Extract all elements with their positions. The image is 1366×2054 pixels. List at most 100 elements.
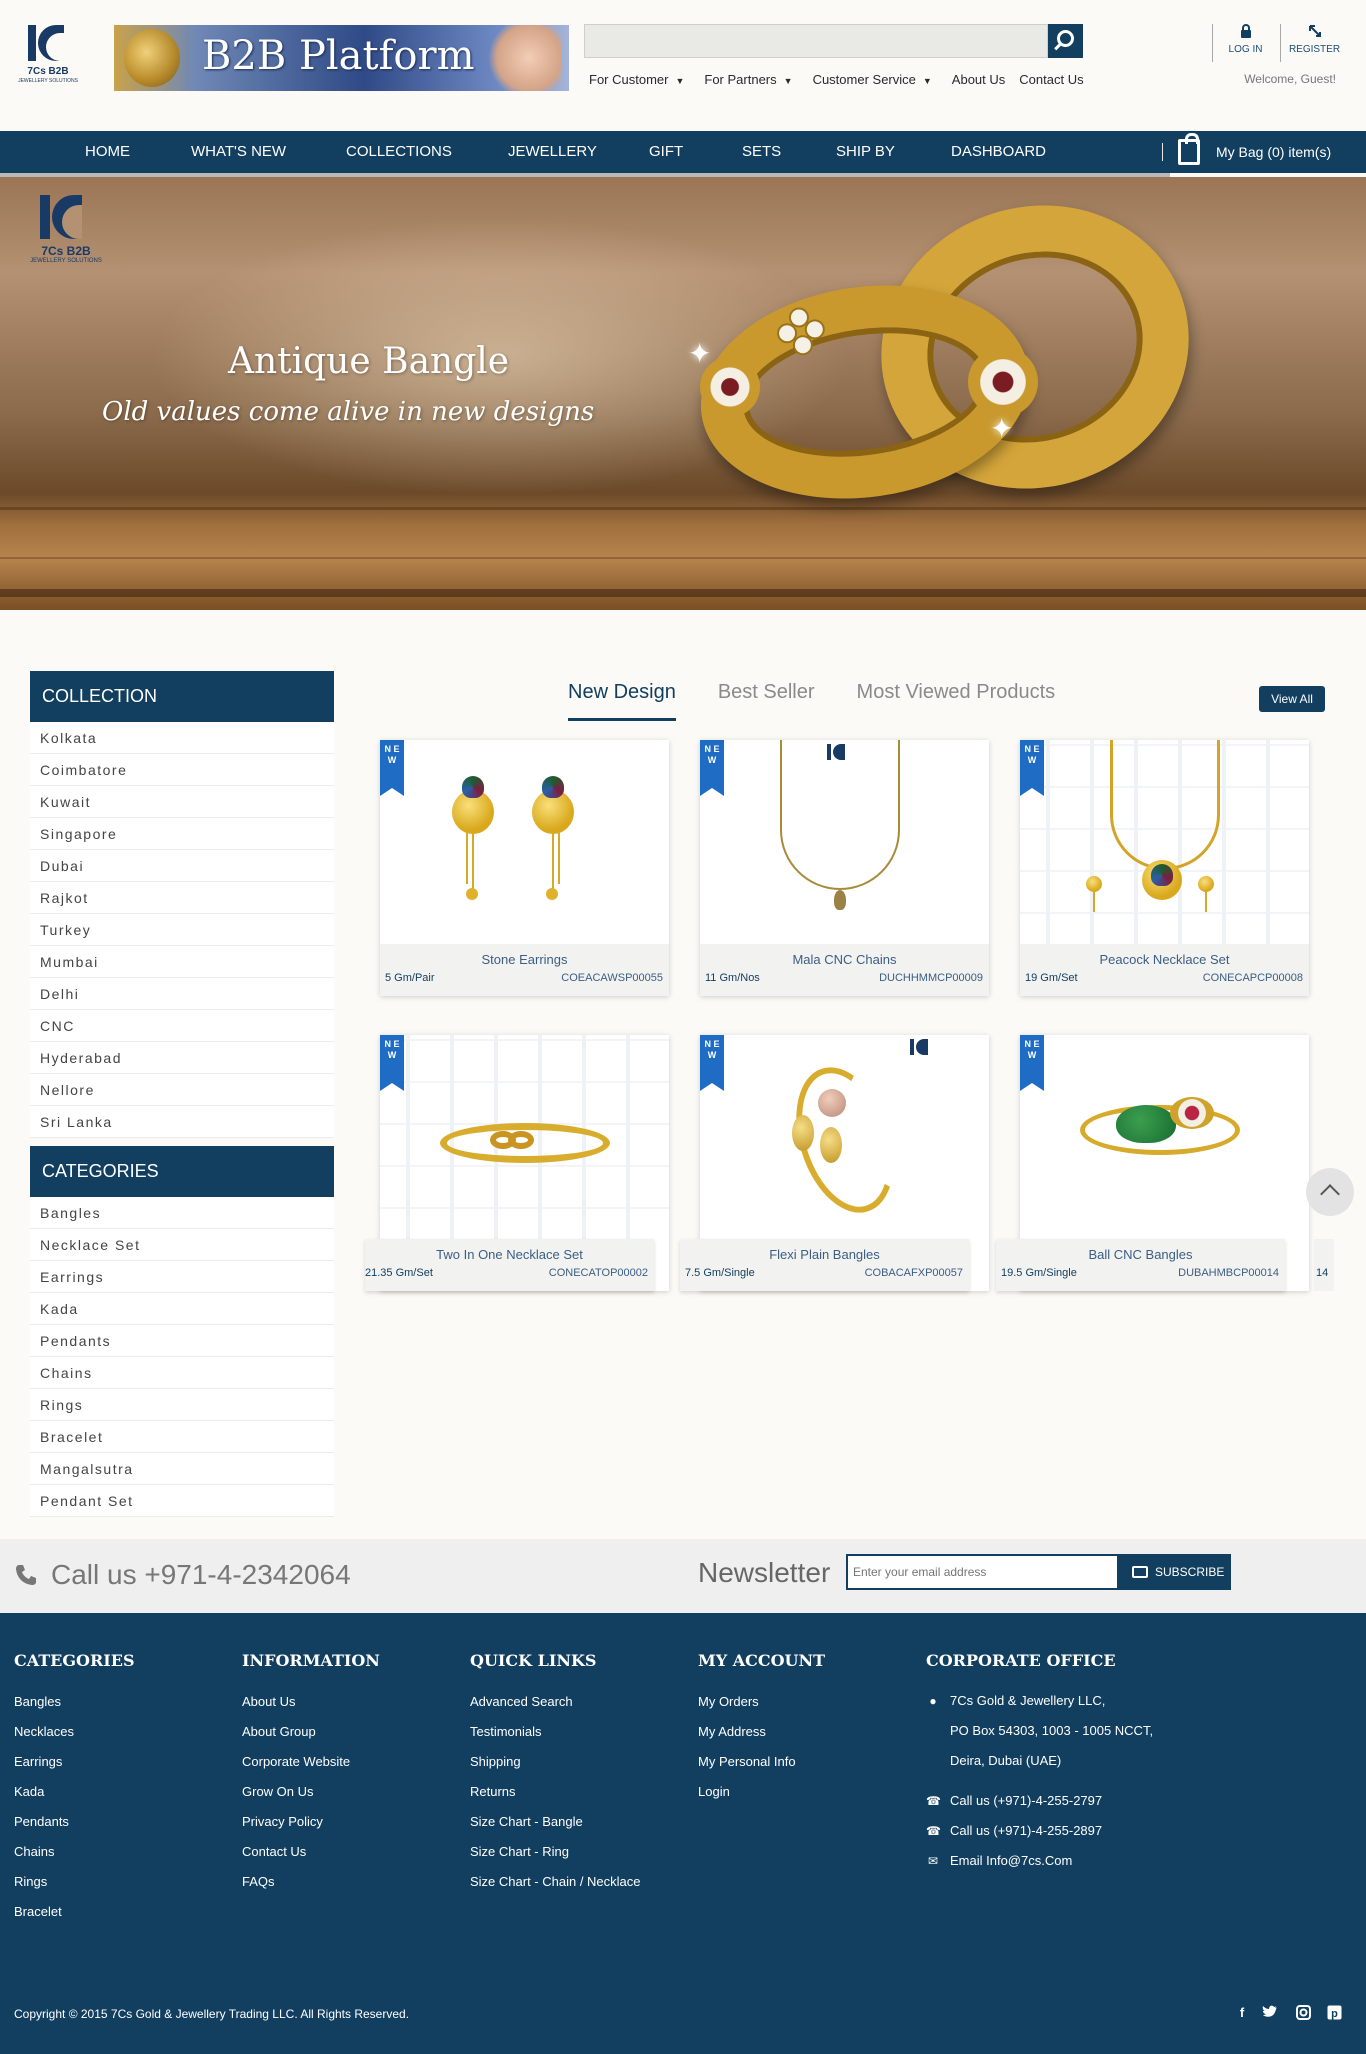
register-link[interactable]: REGISTER <box>1280 24 1348 62</box>
footer-link[interactable]: Size Chart - Chain / Necklace <box>470 1872 641 1902</box>
twitter-icon[interactable] <box>1262 2005 1278 2021</box>
b2b-platform-banner[interactable]: B2B Platform <box>114 25 569 91</box>
footer-link[interactable]: Returns <box>470 1782 641 1812</box>
nav-home[interactable]: HOME <box>85 131 130 173</box>
nav-gift[interactable]: GIFT <box>649 131 683 173</box>
nav-collections[interactable]: COLLECTIONS <box>346 131 452 173</box>
topnav-contact-us[interactable]: Contact Us <box>1019 72 1083 90</box>
footer-link[interactable]: About Us <box>242 1692 380 1722</box>
footer-email[interactable]: Email Info@7cs.Com <box>950 1853 1072 1868</box>
topnav-for-customer[interactable]: For Customer ▼ <box>589 72 684 90</box>
footer-link[interactable]: My Address <box>698 1722 825 1752</box>
category-item[interactable]: Mangalsutra <box>30 1453 334 1485</box>
view-all-button[interactable]: View All <box>1259 686 1325 712</box>
footer-link[interactable]: Bangles <box>14 1692 135 1722</box>
newsletter-email-input[interactable] <box>848 1556 1117 1588</box>
category-item[interactable]: Chains <box>30 1357 334 1389</box>
site-logo[interactable]: 7Cs B2B JEWELLERY SOLUTIONS <box>14 22 82 88</box>
search-input[interactable] <box>585 25 1047 57</box>
product-card[interactable]: N E W Stone Earrings 5 Gm/Pair COEACAWSP… <box>380 740 669 996</box>
footer-link[interactable]: Size Chart - Ring <box>470 1842 641 1872</box>
sparkle-icon: ✦ <box>688 338 712 369</box>
footer-link[interactable]: My Personal Info <box>698 1752 825 1782</box>
category-item[interactable]: Bangles <box>30 1197 334 1229</box>
footer-link[interactable]: Shipping <box>470 1752 641 1782</box>
category-item[interactable]: Earrings <box>30 1261 334 1293</box>
footer-phone[interactable]: Call us (+971)-4-255-2897 <box>950 1823 1102 1838</box>
newsletter-email-field[interactable] <box>846 1554 1119 1590</box>
nav-ship-by[interactable]: SHIP BY <box>836 131 895 173</box>
footer-link[interactable]: Chains <box>14 1842 135 1872</box>
footer-link[interactable]: Pendants <box>14 1812 135 1842</box>
footer-link[interactable]: Bracelet <box>14 1902 135 1932</box>
footer-link[interactable]: About Group <box>242 1722 380 1752</box>
caret-down-icon: ▼ <box>783 76 793 86</box>
hero-banner[interactable]: 7Cs B2B JEWELLERY SOLUTIONS Antique Bang… <box>0 177 1366 610</box>
nav-dashboard[interactable]: DASHBOARD <box>951 131 1046 173</box>
collection-item[interactable]: Coimbatore <box>30 754 334 786</box>
collection-item[interactable]: Nellore <box>30 1074 334 1106</box>
category-item[interactable]: Pendant Set <box>30 1485 334 1517</box>
collection-item[interactable]: Kuwait <box>30 786 334 818</box>
footer-link[interactable]: Size Chart - Bangle <box>470 1812 641 1842</box>
product-info-card[interactable]: Ball CNC Bangles 19.5 Gm/Single DUBAHMBC… <box>996 1239 1285 1291</box>
collection-item[interactable]: Mumbai <box>30 946 334 978</box>
login-link[interactable]: LOG IN <box>1212 24 1278 62</box>
collection-item[interactable]: Dubai <box>30 850 334 882</box>
tab-most-viewed[interactable]: Most Viewed Products <box>857 681 1056 721</box>
instagram-icon[interactable] <box>1295 2005 1311 2021</box>
product-info-card[interactable]: Flexi Plain Bangles 7.5 Gm/Single COBACA… <box>680 1239 969 1291</box>
footer-link[interactable]: Login <box>698 1782 825 1812</box>
my-bag-link[interactable]: My Bag (0) item(s) <box>1216 131 1331 173</box>
search-field[interactable] <box>584 24 1048 58</box>
collection-item[interactable]: Hyderabad <box>30 1042 334 1074</box>
product-card[interactable]: N E W Peacock Necklace Set 19 Gm/Set CON… <box>1020 740 1309 996</box>
category-item[interactable]: Necklace Set <box>30 1229 334 1261</box>
collection-item[interactable]: Rajkot <box>30 882 334 914</box>
collection-item[interactable]: CNC <box>30 1010 334 1042</box>
nav-whats-new[interactable]: WHAT'S NEW <box>191 131 286 173</box>
footer-link[interactable]: Necklaces <box>14 1722 135 1752</box>
category-item[interactable]: Pendants <box>30 1325 334 1357</box>
subscribe-button[interactable]: SUBSCRIBE <box>1119 1554 1231 1590</box>
footer-link[interactable]: Advanced Search <box>470 1692 641 1722</box>
nav-jewellery[interactable]: JEWELLERY <box>508 131 597 173</box>
category-item[interactable]: Bracelet <box>30 1421 334 1453</box>
collection-item[interactable]: Kolkata <box>30 722 334 754</box>
footer-link[interactable]: FAQs <box>242 1872 380 1902</box>
footer-link[interactable]: Earrings <box>14 1752 135 1782</box>
footer-phone[interactable]: Call us (+971)-4-255-2797 <box>950 1793 1102 1808</box>
product-info-card[interactable]: Two In One Necklace Set 21.35 Gm/Set CON… <box>365 1239 654 1291</box>
facebook-icon[interactable]: f <box>1234 2005 1250 2021</box>
footer-link[interactable]: Rings <box>14 1872 135 1902</box>
product-info-card-partial[interactable]: 14 <box>1314 1239 1334 1291</box>
collection-item[interactable]: Sri Lanka <box>30 1106 334 1138</box>
footer-link[interactable]: Testimonials <box>470 1722 641 1752</box>
hero-title: Antique Bangle <box>228 341 510 382</box>
footer-link[interactable]: My Orders <box>698 1692 825 1722</box>
topnav-label: About Us <box>951 72 1006 87</box>
collection-item[interactable]: Turkey <box>30 914 334 946</box>
collection-item[interactable]: Delhi <box>30 978 334 1010</box>
footer-link[interactable]: Privacy Policy <box>242 1812 380 1842</box>
tab-new-design[interactable]: New Design <box>568 681 676 721</box>
footer-link[interactable]: Contact Us <box>242 1842 380 1872</box>
footer-link[interactable]: Kada <box>14 1782 135 1812</box>
watermark-logo-icon <box>910 1039 930 1055</box>
search-button[interactable] <box>1048 24 1083 58</box>
nav-sets[interactable]: SETS <box>742 131 781 173</box>
footer-link[interactable]: Corporate Website <box>242 1752 380 1782</box>
pinterest-icon[interactable]: p <box>1326 2005 1342 2021</box>
scroll-to-top-button[interactable] <box>1306 1168 1354 1216</box>
collection-item[interactable]: Singapore <box>30 818 334 850</box>
tab-best-seller[interactable]: Best Seller <box>718 681 815 721</box>
topnav-for-partners[interactable]: For Partners ▼ <box>704 72 792 90</box>
product-card[interactable]: N E W Mala CNC Chains 11 Gm/Nos DUCHHMMC… <box>700 740 989 996</box>
topnav-about-us[interactable]: About Us <box>952 72 1005 90</box>
topnav-customer-service[interactable]: Customer Service ▼ <box>813 72 932 90</box>
shopping-bag-icon[interactable] <box>1178 133 1200 165</box>
product-name: Peacock Necklace Set <box>1099 952 1230 967</box>
footer-link[interactable]: Grow On Us <box>242 1782 380 1812</box>
category-item[interactable]: Rings <box>30 1389 334 1421</box>
category-item[interactable]: Kada <box>30 1293 334 1325</box>
